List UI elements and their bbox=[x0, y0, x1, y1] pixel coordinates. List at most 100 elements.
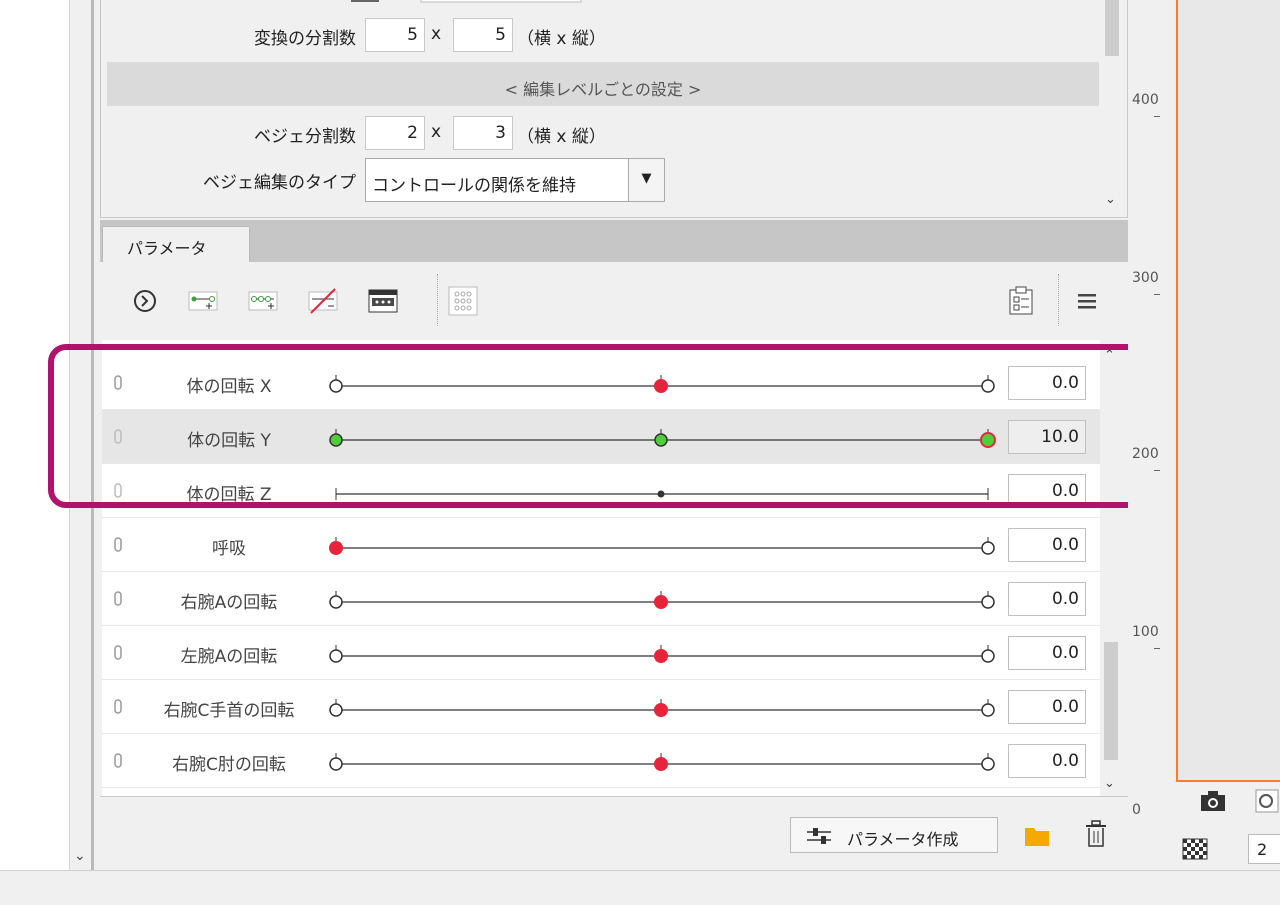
key-point-max[interactable] bbox=[981, 703, 995, 717]
link-icon[interactable] bbox=[114, 483, 122, 498]
key-point-min[interactable] bbox=[329, 595, 343, 609]
slider-handle[interactable] bbox=[654, 595, 668, 609]
panel-divider[interactable] bbox=[91, 0, 94, 870]
key-point-max[interactable] bbox=[981, 379, 995, 393]
scroll-down-icon[interactable]: ⌄ bbox=[1105, 192, 1116, 207]
parameter-list-scrollbar[interactable]: ⌃ ⌄ bbox=[1100, 340, 1122, 796]
link-icon[interactable] bbox=[114, 429, 122, 444]
expand-icon[interactable] bbox=[130, 286, 160, 316]
split-count-label: 変換の分割数 bbox=[254, 29, 356, 49]
deformer-settings: 変換の分割数 5 x 5 （横 x 縦） < 編集レベルごとの設定 > ベジェ分… bbox=[100, 0, 1128, 218]
parameter-slider[interactable] bbox=[322, 680, 1002, 734]
delete-key-icon[interactable] bbox=[308, 286, 338, 316]
bezier-y-input[interactable]: 3 bbox=[453, 116, 513, 150]
key-point-max[interactable] bbox=[981, 757, 995, 771]
ruler-tick bbox=[1154, 116, 1160, 117]
parameter-slider[interactable] bbox=[322, 572, 1002, 626]
link-icon[interactable] bbox=[114, 753, 122, 768]
parameter-row[interactable]: 右腕C肘の回転 0.0 bbox=[102, 734, 1100, 788]
parameter-name: 右腕C肘の回転 bbox=[172, 755, 286, 775]
parameter-value-input[interactable]: 0.0 bbox=[1008, 690, 1086, 724]
vertical-ruler: 400 300 200 100 0 bbox=[1128, 0, 1176, 870]
split-times-symbol: x bbox=[431, 24, 442, 44]
parameter-slider[interactable] bbox=[322, 356, 1002, 410]
dropdown-arrow-icon[interactable]: ▼ bbox=[628, 159, 664, 201]
menu-icon[interactable] bbox=[1072, 286, 1102, 316]
parameter-value-input[interactable]: 0.0 bbox=[1008, 582, 1086, 616]
key-point-max[interactable] bbox=[981, 649, 995, 663]
scroll-up-icon[interactable]: ⌃ bbox=[1104, 348, 1115, 363]
parameter-slider[interactable] bbox=[322, 410, 1002, 464]
link-icon[interactable] bbox=[114, 699, 122, 714]
parameter-slider[interactable] bbox=[322, 464, 1002, 518]
trash-icon[interactable] bbox=[1084, 819, 1108, 849]
split-x-input[interactable]: 5 bbox=[365, 18, 425, 52]
parameter-name: 右腕C手首の回転 bbox=[163, 701, 295, 721]
link-icon[interactable] bbox=[114, 537, 122, 552]
folder-icon[interactable] bbox=[1024, 823, 1050, 847]
parameter-row-selected[interactable]: 体の回転 Y 10.0 bbox=[102, 410, 1100, 464]
add-key-icon[interactable] bbox=[188, 286, 218, 316]
parameter-value-input[interactable]: 0.0 bbox=[1008, 474, 1086, 508]
parameter-slider[interactable] bbox=[322, 734, 1002, 788]
scroll-down-icon[interactable]: ⌄ bbox=[1104, 776, 1115, 791]
left-panel: ⌄ bbox=[0, 0, 92, 870]
key-point-min[interactable] bbox=[329, 649, 343, 663]
slider-handle[interactable] bbox=[654, 703, 668, 717]
key-editor-icon[interactable] bbox=[368, 286, 398, 316]
clipboard-icon[interactable] bbox=[1006, 286, 1036, 316]
section-title: < 編集レベルごとの設定 > bbox=[107, 62, 1099, 106]
parameter-row[interactable]: 体の回転 Z 0.0 bbox=[102, 464, 1100, 518]
checkerboard-icon[interactable] bbox=[1182, 838, 1208, 860]
key-point-min[interactable] bbox=[329, 433, 343, 447]
bezier-type-label: ベジェ編集のタイプ bbox=[203, 173, 356, 193]
parameter-row[interactable]: 呼吸 0.0 bbox=[102, 518, 1100, 572]
key-point-max[interactable] bbox=[981, 541, 995, 555]
slider-handle[interactable] bbox=[654, 757, 668, 771]
key-point-mid[interactable] bbox=[654, 433, 668, 447]
ruler-label: 400 bbox=[1132, 92, 1159, 108]
split-y-input[interactable]: 5 bbox=[453, 18, 513, 52]
camera-icon[interactable] bbox=[1198, 788, 1228, 814]
parameter-value-input[interactable]: 0.0 bbox=[1008, 528, 1086, 562]
ruler-tick bbox=[1154, 470, 1160, 471]
link-icon[interactable] bbox=[114, 375, 122, 390]
key-point-max[interactable] bbox=[981, 595, 995, 609]
canvas-toolbar: 2 bbox=[1176, 782, 1280, 870]
parameter-value-input[interactable]: 0.0 bbox=[1008, 636, 1086, 670]
slider-handle[interactable] bbox=[980, 432, 996, 448]
slider-handle[interactable] bbox=[657, 490, 665, 498]
bezier-type-select[interactable]: コントロールの関係を維持 ▼ bbox=[365, 158, 665, 202]
link-icon[interactable] bbox=[114, 591, 122, 606]
parameter-slider[interactable] bbox=[322, 626, 1002, 680]
key-point-min[interactable] bbox=[329, 379, 343, 393]
toolbar-separator bbox=[437, 274, 438, 326]
slider-handle[interactable] bbox=[654, 649, 668, 663]
scrollbar-thumb[interactable] bbox=[1104, 642, 1118, 760]
parameter-row[interactable]: 右腕Aの回転 0.0 bbox=[102, 572, 1100, 626]
add-3-keys-icon[interactable] bbox=[248, 286, 278, 316]
tab-parameter[interactable]: パラメータ bbox=[102, 226, 250, 262]
reset-view-icon[interactable] bbox=[1254, 788, 1280, 814]
canvas-view[interactable] bbox=[1176, 0, 1280, 782]
chevron-down-icon[interactable]: ⌄ bbox=[74, 848, 86, 864]
key-point-min[interactable] bbox=[329, 757, 343, 771]
bezier-type-value: コントロールの関係を維持 bbox=[372, 176, 576, 196]
parameter-row[interactable]: 左腕Aの回転 0.0 bbox=[102, 626, 1100, 680]
parameter-value-input[interactable]: 0.0 bbox=[1008, 366, 1086, 400]
parameter-value-input[interactable]: 10.0 bbox=[1008, 420, 1086, 454]
bezier-x-input[interactable]: 2 bbox=[365, 116, 425, 150]
key-point-min[interactable] bbox=[329, 703, 343, 717]
zoom-input[interactable]: 2 bbox=[1248, 834, 1280, 864]
settings-scrollbar[interactable]: ⌄ bbox=[1101, 0, 1123, 216]
parameter-row[interactable]: 右腕C手首の回転 0.0 bbox=[102, 680, 1100, 734]
slider-handle[interactable] bbox=[654, 379, 668, 393]
slider-handle[interactable] bbox=[329, 541, 343, 555]
link-icon[interactable] bbox=[114, 645, 122, 660]
create-parameter-button[interactable]: パラメータ作成 bbox=[790, 817, 998, 853]
parameter-slider[interactable] bbox=[322, 518, 1002, 572]
scrollbar-thumb[interactable] bbox=[1105, 0, 1119, 56]
parameter-row[interactable]: 体の回転 X 0.0 bbox=[102, 356, 1100, 410]
parameter-value-input[interactable]: 0.0 bbox=[1008, 744, 1086, 778]
grid-keys-icon[interactable] bbox=[448, 286, 478, 316]
